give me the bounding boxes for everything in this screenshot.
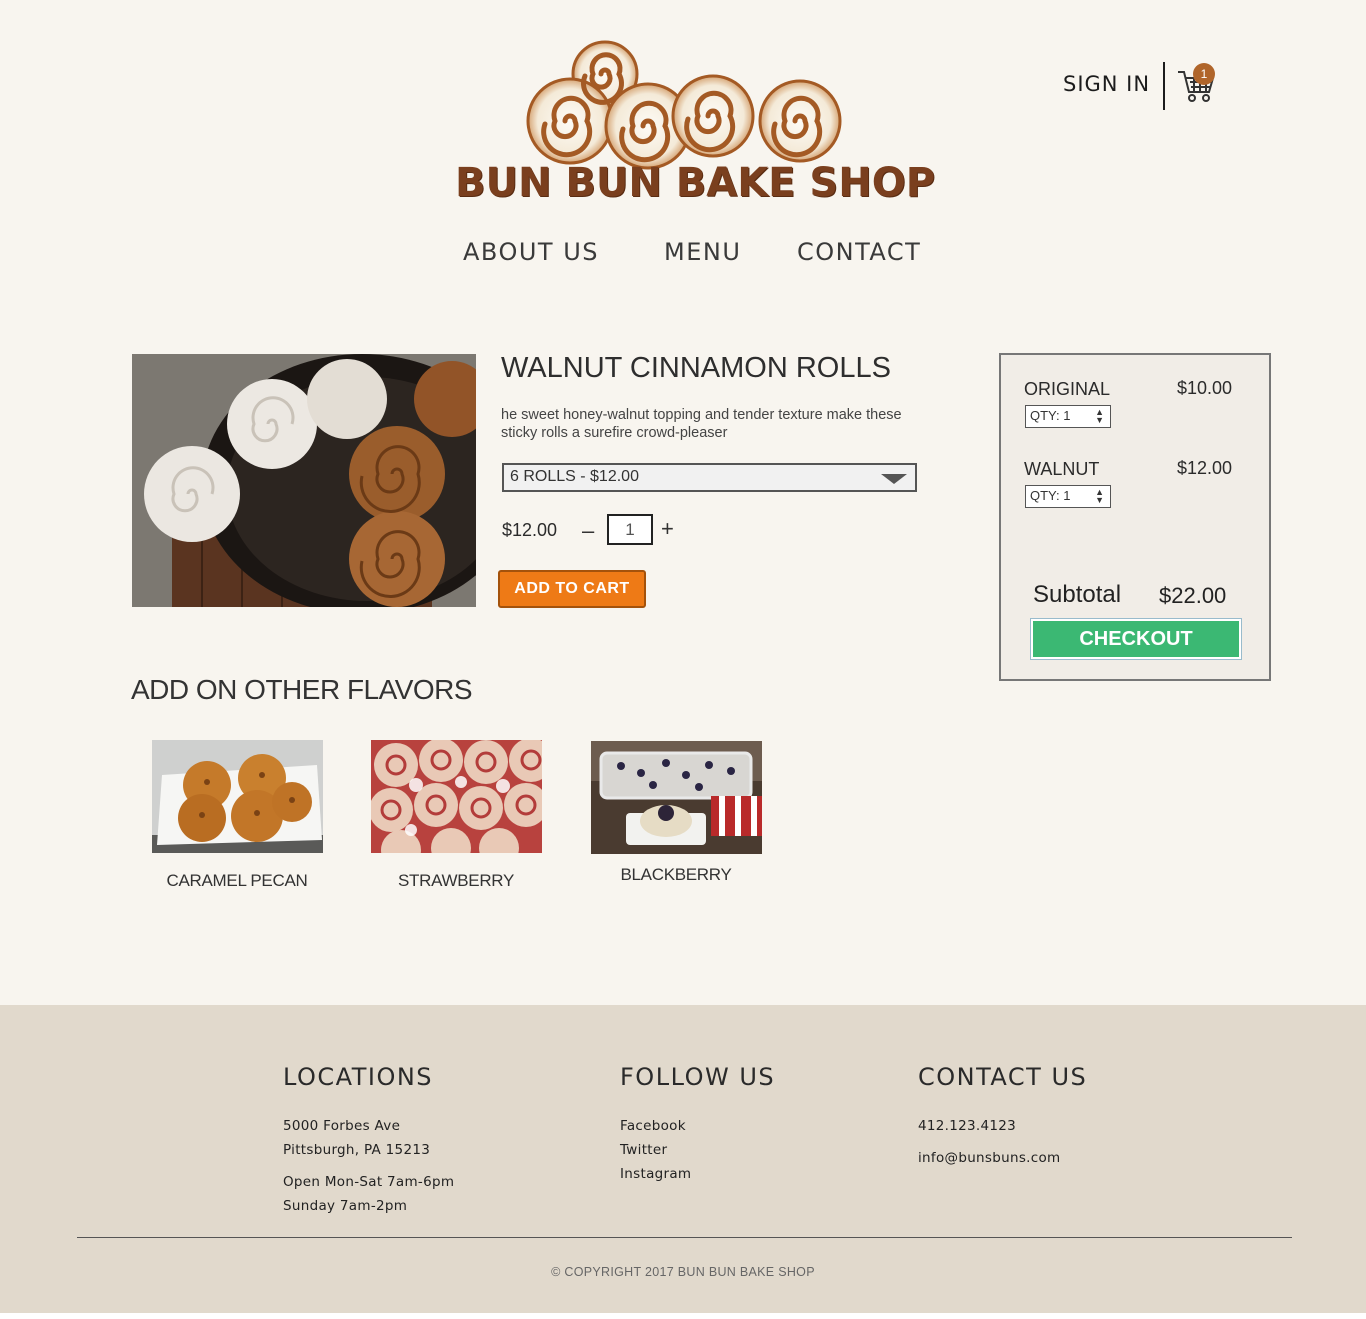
addon-label-blackberry[interactable]: BLACKBERRY	[576, 865, 776, 885]
cart-item-qty-label: QTY: 1	[1030, 408, 1071, 423]
caramel-pecan-photo[interactable]	[152, 740, 323, 853]
cart-item-price: $10.00	[1177, 378, 1233, 398]
phone-link[interactable]: 412.123.4123	[918, 1118, 1016, 1134]
cart-item-qty-select[interactable]: QTY: 1 ▲ ▼	[1025, 485, 1111, 508]
cart-item-name: ORIGINAL	[1024, 379, 1111, 399]
spinner-arrows-icon[interactable]: ▲ ▼	[1095, 488, 1104, 505]
size-select[interactable]: 6 ROLLS - $12.00	[502, 463, 917, 492]
cart-count-badge: 1	[1193, 63, 1215, 85]
footer: LOCATIONS 5000 Forbes Ave Pittsburgh, PA…	[0, 1005, 1366, 1313]
nav-about-us[interactable]: ABOUT US	[463, 238, 599, 266]
product-title: WALNUT CINNAMON ROLLS	[501, 352, 891, 384]
nav-contact[interactable]: CONTACT	[797, 238, 921, 266]
cart-item-name: WALNUT	[1024, 459, 1100, 479]
product-description: he sweet honey-walnut topping and tender…	[501, 407, 902, 441]
walnut-cinnamon-rolls-photo	[132, 354, 476, 607]
footer-hours-line: Open Mon-Sat 7am-6pm	[283, 1174, 455, 1190]
subtotal-label: Subtotal	[1033, 581, 1122, 608]
footer-address-line: Pittsburgh, PA 15213	[283, 1142, 431, 1158]
quantity-decrease-button[interactable]: –	[582, 518, 594, 544]
cart-item-price: $12.00	[1177, 458, 1233, 478]
footer-address-line: 5000 Forbes Ave	[283, 1118, 401, 1134]
product-price: $12.00	[502, 520, 558, 540]
cart-summary-panel: ORIGINAL $10.00 QTY: 1 ▲ ▼ WALNUT $12.00 …	[999, 353, 1271, 681]
footer-divider	[77, 1237, 1292, 1238]
addon-label-caramel-pecan[interactable]: CARAMEL PECAN	[137, 871, 337, 891]
sign-in-link[interactable]: SIGN IN	[1063, 72, 1150, 96]
footer-hours-line: Sunday 7am-2pm	[283, 1198, 408, 1214]
addons-heading: ADD ON OTHER FLAVORS	[131, 674, 473, 705]
email-link[interactable]: info@bunsbuns.com	[918, 1150, 1060, 1166]
instagram-link[interactable]: Instagram	[620, 1166, 691, 1182]
footer-heading-contact: CONTACT US	[918, 1063, 1088, 1091]
brand-name: BUN BUN BAKE SHOP	[455, 160, 936, 206]
addon-label-strawberry[interactable]: STRAWBERRY	[356, 871, 556, 891]
strawberry-rolls-photo[interactable]	[371, 740, 542, 853]
size-select-value: 6 ROLLS - $12.00	[510, 468, 639, 485]
facebook-link[interactable]: Facebook	[620, 1118, 686, 1134]
copyright-text: © COPYRIGHT 2017 BUN BUN BAKE SHOP	[551, 1265, 815, 1279]
checkout-button[interactable]: CHECKOUT	[1030, 618, 1242, 660]
spinner-arrows-icon[interactable]: ▲ ▼	[1095, 408, 1104, 425]
twitter-link[interactable]: Twitter	[620, 1142, 667, 1158]
subtotal-value: $22.00	[1159, 583, 1227, 608]
quantity-increase-button[interactable]: +	[661, 516, 674, 542]
nav-menu[interactable]: MENU	[664, 238, 741, 266]
cart-item-qty-label: QTY: 1	[1030, 488, 1071, 503]
page-background: BUN BUN BAKE SHOP SIGN IN 1 ABOUT US MEN…	[0, 0, 1366, 1005]
add-to-cart-button[interactable]: ADD TO CART	[498, 570, 646, 608]
chevron-down-icon	[881, 474, 907, 484]
footer-heading-locations: LOCATIONS	[283, 1063, 434, 1091]
quantity-input[interactable]: 1	[607, 514, 653, 545]
blackberry-rolls-photo[interactable]	[591, 741, 762, 854]
cart-item-qty-select[interactable]: QTY: 1 ▲ ▼	[1025, 405, 1111, 428]
header-divider	[1163, 62, 1165, 110]
footer-heading-follow: FOLLOW US	[620, 1063, 776, 1091]
